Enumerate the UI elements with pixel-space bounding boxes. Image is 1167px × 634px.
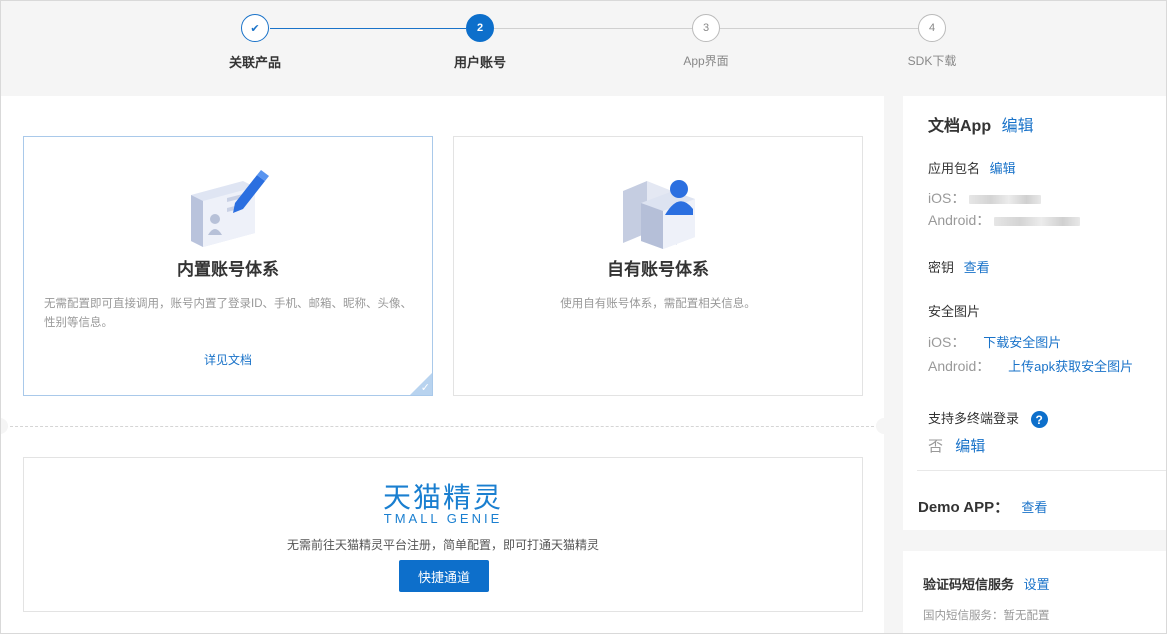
upload-apk-link[interactable]: 上传apk获取安全图片 [1008,359,1133,374]
android-label: Android： [928,358,991,374]
view-demo-link[interactable]: 查看 [1021,500,1047,515]
multi-login-label: 支持多终端登录 [928,411,1020,426]
multi-login-value: 否 [928,438,944,455]
own-account-card[interactable]: 自有账号体系 使用自有账号体系，需配置相关信息。 [453,136,863,396]
app-info-panel: 文档App 编辑 应用包名 编辑 iOS： Android： 密钥 查看 安全图… [903,96,1167,530]
sms-service-panel: 验证码短信服务 设置 国内短信服务：暂无配置 [903,551,1167,634]
demo-app-row: Demo APP： 查看 [918,496,1047,517]
edit-package-link[interactable]: 编辑 [990,161,1016,176]
step-2[interactable]: 2 用户账号 [420,14,540,71]
step-4[interactable]: 4 SDK下载 [872,14,992,69]
package-label: 应用包名 [928,161,981,176]
sms-row: 验证码短信服务 设置 [923,574,1050,593]
security-image-label: 安全图片 [928,304,981,319]
divider-notch [876,418,892,434]
divider [917,470,1167,471]
genie-description: 无需前往天猫精灵平台注册，简单配置，即可打通天猫精灵 [286,538,599,552]
check-icon: ✓ [420,382,430,394]
docs-link[interactable]: 详见文档 [24,351,432,368]
step-label: SDK下载 [907,54,957,68]
demo-app-label: Demo APP： [918,499,1010,516]
edit-multi-login-link[interactable]: 编辑 [955,438,985,455]
edit-app-link[interactable]: 编辑 [1002,118,1034,135]
card-title: 自有账号体系 [607,260,709,279]
card-title: 内置账号体系 [177,260,279,279]
card-description: 无需配置即可直接调用，账号内置了登录ID、手机、邮箱、昵称、头像、性别等信息。 [44,298,412,329]
builtin-account-card[interactable]: 内置账号体系 无需配置即可直接调用，账号内置了登录ID、手机、邮箱、昵称、头像、… [23,136,433,396]
secret-row: 密钥 查看 [928,257,990,276]
id-card-edit-icon [191,170,269,247]
ios-package-row: iOS： [928,188,1042,208]
step-number: 2 [466,14,494,42]
check-icon: ✔ [241,14,269,42]
multi-login-value-row: 否 编辑 [928,435,985,456]
main-panel: 内置账号体系 无需配置即可直接调用，账号内置了登录ID、手机、邮箱、昵称、头像、… [0,96,892,634]
android-security-row: Android： 上传apk获取安全图片 [928,356,1133,376]
step-number: 4 [918,14,946,42]
sms-label: 验证码短信服务 [923,577,1015,592]
step-progress: ✔ 关联产品 2 用户账号 3 App界面 4 SDK下载 [0,0,1167,96]
step-1[interactable]: ✔ 关联产品 [195,14,315,71]
card-description: 使用自有账号体系，需配置相关信息。 [560,298,756,310]
ios-label: iOS： [928,190,966,206]
step-label: 关联产品 [228,55,281,70]
step-label: 用户账号 [453,55,506,70]
multi-login-row: 支持多终端登录 ? [928,408,1048,429]
divider-notch [0,418,8,434]
ios-label: iOS： [928,334,966,350]
download-security-image-link[interactable]: 下载安全图片 [983,335,1061,350]
step-label: App界面 [683,54,729,68]
sms-settings-link[interactable]: 设置 [1024,577,1050,592]
android-label: Android： [928,212,991,228]
package-row: 应用包名 编辑 [928,158,1016,177]
view-secret-link[interactable]: 查看 [964,260,990,275]
step-number: 3 [692,14,720,42]
quick-access-button[interactable]: 快捷通道 [399,560,489,592]
tmall-genie-logo-en: TMALL GENIE [383,511,503,526]
tmall-genie-panel: 天猫精灵 TMALL GENIE 无需前往天猫精灵平台注册，简单配置，即可打通天… [23,457,863,612]
step-3[interactable]: 3 App界面 [646,14,766,69]
help-icon[interactable]: ? [1030,411,1048,429]
app-name: 文档App [928,118,992,135]
android-package-value [994,216,1081,226]
app-title-row: 文档App 编辑 [928,112,1034,136]
ios-security-row: iOS： 下载安全图片 [928,332,1061,352]
user-account-icon [623,180,695,249]
ios-package-value [969,194,1042,204]
secret-label: 密钥 [928,260,955,275]
tmall-genie-logo: 天猫精灵 [382,482,503,513]
section-divider [0,426,884,427]
android-package-row: Android： [928,210,1081,230]
sms-status: 国内短信服务：暂无配置 [923,610,1050,622]
